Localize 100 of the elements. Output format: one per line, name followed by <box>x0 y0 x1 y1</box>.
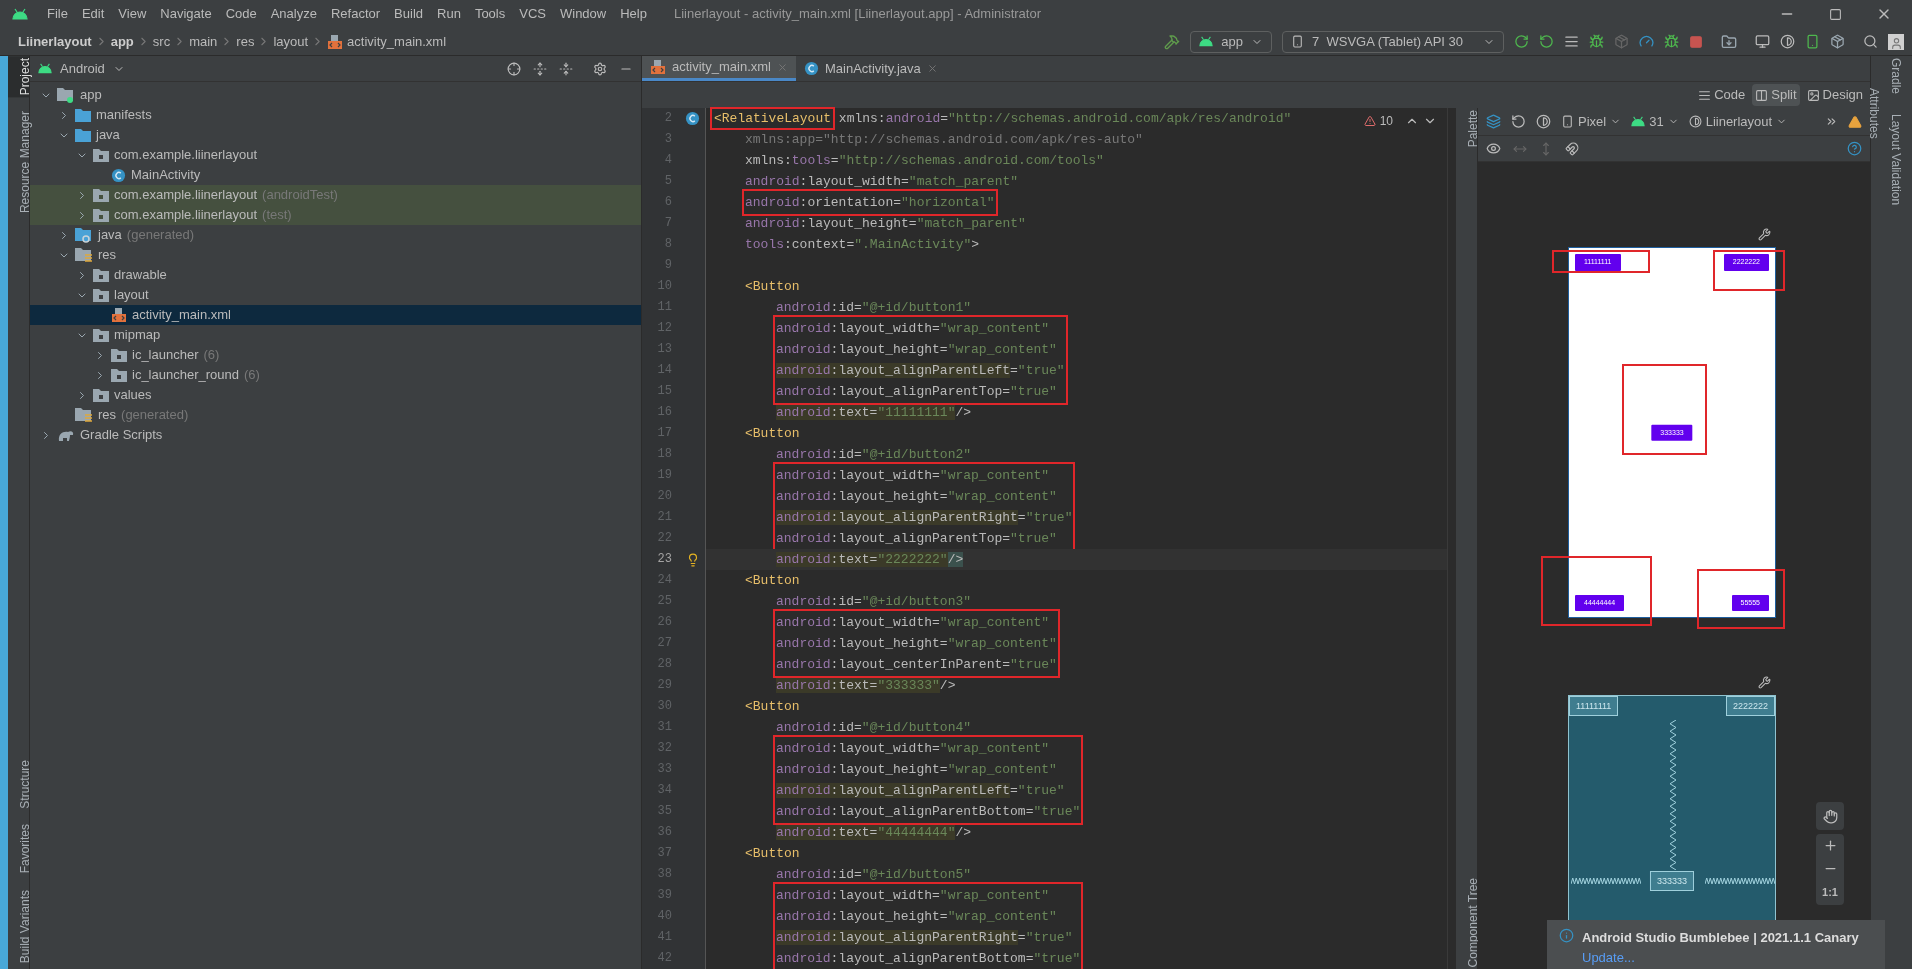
folder-icon <box>93 268 109 282</box>
api-level-picker[interactable]: 31 <box>1631 111 1679 132</box>
menu-item[interactable]: VCS <box>512 4 553 24</box>
device-manager-icon[interactable] <box>1755 34 1770 49</box>
tree-item[interactable]: app <box>30 85 641 105</box>
tree-item[interactable]: Gradle Scripts <box>30 425 641 445</box>
pan-button[interactable] <box>1816 802 1844 830</box>
breadcrumb-item[interactable]: main <box>189 31 218 52</box>
project-view-dropdown[interactable]: Android <box>38 58 125 79</box>
tree-item[interactable]: drawable <box>30 265 641 285</box>
breadcrumb-item[interactable]: Liinerlayout <box>18 31 92 52</box>
breadcrumb-item[interactable]: activity_main.xml <box>347 31 447 52</box>
tree-item[interactable]: res (generated) <box>30 405 641 425</box>
apply-code-icon[interactable] <box>1564 34 1579 49</box>
debug-icon[interactable] <box>1589 34 1604 49</box>
breadcrumb-item[interactable]: src <box>152 31 171 52</box>
folder-icon <box>75 108 91 122</box>
tool-window-tab[interactable]: Build Variants <box>8 887 29 965</box>
editor-tab[interactable]: activity_main.xml <box>642 56 796 81</box>
code-line: android:layout_alignParentLeft="true" <box>776 362 1065 380</box>
menu-item[interactable]: Run <box>430 4 468 24</box>
update-link[interactable]: Update... <box>1582 947 1859 967</box>
theme-picker[interactable]: Liinerlayout <box>1688 111 1788 132</box>
warning-icon[interactable] <box>1848 114 1862 129</box>
menu-item[interactable]: Help <box>613 4 654 24</box>
menu-item[interactable]: Code <box>218 4 264 24</box>
breadcrumb-item[interactable]: app <box>110 31 134 52</box>
code-line: xmlns:app="http://schemas.android.com/apk/res-auto" <box>745 131 1143 149</box>
code-line: android:layout_height="wrap_content" <box>776 761 1057 779</box>
maximize-icon[interactable] <box>1829 7 1842 21</box>
breadcrumb-item[interactable]: res <box>236 31 255 52</box>
code-line: android:layout_centerInParent="true" <box>776 656 1057 674</box>
item-label: ic_launcher <box>132 346 199 365</box>
code-line: android:text="11111111"/> <box>776 404 972 422</box>
avd-icon[interactable] <box>1780 34 1795 49</box>
tree-item[interactable]: MainActivity <box>30 165 641 185</box>
tool-window-tab[interactable]: Favorites <box>8 822 29 876</box>
run-icon[interactable] <box>1514 34 1529 49</box>
tool-window-tab[interactable]: Palette <box>1456 108 1477 150</box>
tree-item[interactable]: layout <box>30 285 641 305</box>
hammer-icon[interactable] <box>1164 33 1181 50</box>
menu-item[interactable]: View <box>111 4 154 24</box>
tree-item[interactable]: com.example.liinerlayout (test) <box>30 205 641 225</box>
menu-item[interactable]: Navigate <box>153 4 219 24</box>
tree-item[interactable]: res <box>30 245 641 265</box>
tool-window-tab[interactable]: Gradle <box>1891 56 1912 97</box>
tool-window-tab[interactable]: Layout Validation <box>1891 112 1912 208</box>
tool-window-tab[interactable]: Structure <box>8 757 29 811</box>
night-mode-icon[interactable] <box>1536 114 1551 129</box>
zoom-in-icon[interactable] <box>1822 838 1838 853</box>
tree-item[interactable]: activity_main.xml <box>30 305 641 325</box>
view-mode-button[interactable]: Code <box>1695 84 1749 106</box>
tree-item[interactable]: java (generated) <box>30 225 641 245</box>
settings-icon[interactable] <box>593 61 607 76</box>
search-icon[interactable] <box>1863 34 1878 49</box>
magnet-icon[interactable] <box>1565 141 1579 156</box>
apply-changes-icon[interactable] <box>1539 34 1554 49</box>
theme-icon <box>1688 115 1702 128</box>
view-mode-button[interactable]: Design <box>1803 84 1866 106</box>
device-picker[interactable]: Pixel <box>1561 111 1622 132</box>
close-tab-icon[interactable] <box>926 63 938 74</box>
menu-item[interactable]: Edit <box>74 4 112 24</box>
menu-item[interactable]: Build <box>387 4 430 24</box>
menu-item[interactable]: Tools <box>467 4 513 24</box>
menu-item[interactable]: Window <box>552 4 614 24</box>
tree-item[interactable]: com.example.liinerlayout (androidTest) <box>30 185 641 205</box>
zoom-reset-button[interactable]: 1:1 <box>1822 884 1838 901</box>
menu-item[interactable]: Analyze <box>263 4 324 24</box>
gauge-icon[interactable] <box>1639 34 1654 49</box>
tool-window-tab[interactable]: Component Tree <box>1456 875 1477 969</box>
orientation-icon[interactable] <box>1511 114 1526 129</box>
more-icon[interactable] <box>1825 115 1838 128</box>
attach-debugger-icon[interactable] <box>1664 34 1679 49</box>
expand-all-icon[interactable] <box>533 61 547 76</box>
tree-item[interactable]: ic_launcher_round (6) <box>30 365 641 385</box>
eye-icon[interactable] <box>1486 141 1501 156</box>
locate-icon[interactable] <box>507 61 521 76</box>
collapse-all-icon[interactable] <box>559 61 573 76</box>
class-icon <box>111 167 126 183</box>
tree-item[interactable]: values <box>30 385 641 405</box>
tree-item[interactable]: manifests <box>30 105 641 125</box>
tree-item[interactable]: com.example.liinerlayout <box>30 145 641 165</box>
device-dropdown[interactable]: 7 WSVGA (Tablet) API 30 <box>1282 30 1504 53</box>
editor-tab[interactable]: MainActivity.java <box>795 56 946 81</box>
menu-item[interactable]: Refactor <box>323 4 388 24</box>
code-line: android:text="2222222"/> <box>776 551 964 569</box>
sync-icon[interactable] <box>1721 33 1737 50</box>
menu-item[interactable]: File <box>40 4 75 24</box>
layers-icon[interactable] <box>1486 114 1501 129</box>
view-mode-button[interactable]: Split <box>1752 84 1800 106</box>
user-avatar[interactable] <box>1888 33 1904 50</box>
breadcrumb-item[interactable]: layout <box>273 31 309 52</box>
run-config-dropdown[interactable]: app <box>1190 30 1272 53</box>
tree-item[interactable]: mipmap <box>30 325 641 345</box>
tree-item[interactable]: ic_launcher (6) <box>30 345 641 365</box>
help-icon[interactable] <box>1847 141 1862 156</box>
sdk-icon[interactable] <box>1805 34 1820 49</box>
sdk-manager-icon[interactable] <box>1830 34 1845 49</box>
stop-icon[interactable] <box>1689 34 1703 49</box>
image-icon <box>1806 88 1820 102</box>
